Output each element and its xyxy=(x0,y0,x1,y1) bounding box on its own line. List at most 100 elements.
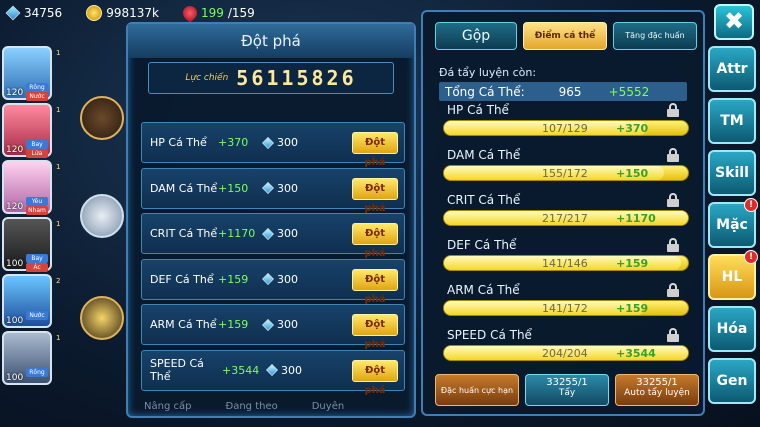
lock-icon[interactable] xyxy=(667,193,679,207)
progress-bar: 141/172 +159 xyxy=(443,300,689,316)
breakthrough-panel: Đột phá Lực chiến 56115826 HP Cá Thể +37… xyxy=(126,22,416,418)
gold-count: 998137k xyxy=(106,6,159,20)
tab-individual-points[interactable]: Điểm cá thể xyxy=(523,22,607,50)
diamond-icon xyxy=(262,182,274,194)
cost: 300 xyxy=(262,318,298,331)
progress-bonus: +1170 xyxy=(616,212,656,225)
diamond-icon xyxy=(262,136,274,149)
stat-name: CRIT Cá Thể xyxy=(150,227,218,240)
pet-element-tag: Ác xyxy=(26,263,48,272)
progress-bonus: +150 xyxy=(616,167,649,180)
lock-icon[interactable] xyxy=(667,283,679,297)
gold-resource: 998137k xyxy=(86,5,159,21)
breakthrough-button[interactable]: Đột phá xyxy=(352,177,398,214)
menu-hl[interactable]: HL! xyxy=(708,250,758,300)
panel-title: Đột phá xyxy=(128,24,414,58)
side-feature-icon[interactable] xyxy=(80,96,124,140)
menu-tm[interactable]: TM xyxy=(708,98,756,144)
pet-slot[interactable]: Nước 100 2 xyxy=(2,274,60,328)
progress-text: 204/204 xyxy=(542,347,588,360)
auto-wash-button[interactable]: 33255/1 Auto tẩy luyện xyxy=(615,374,699,406)
pet-rank: 2 xyxy=(56,277,61,285)
pet-slot[interactable]: Rồng Nước 120 1 xyxy=(2,46,60,101)
training-panel: Gộp Điểm cá thể Tăng đặc huấn Đá tẩy luy… xyxy=(421,10,705,416)
stat-name: SPEED Cá Thể xyxy=(150,357,204,383)
tab-following[interactable]: Đang theo xyxy=(225,401,277,412)
total-row: Tổng Cá Thể: 965 +5552 xyxy=(439,82,687,101)
close-button[interactable]: ✖ xyxy=(714,4,754,40)
breakthrough-button[interactable]: Đột phá xyxy=(352,268,398,305)
total-label: Tổng Cá Thể: xyxy=(445,84,525,99)
side-element-icon[interactable] xyxy=(80,296,124,340)
pet-slot[interactable]: Rồng 100 1 xyxy=(2,331,60,385)
lock-icon[interactable] xyxy=(667,238,679,252)
cost-value: 300 xyxy=(277,318,298,331)
stat-list: HP Cá Thể 107/129 +370 DAM Cá Thể 155/172… xyxy=(443,101,703,371)
wash-button[interactable]: 33255/1 Tẩy xyxy=(525,374,609,406)
pet-slot[interactable]: Bay Ác 100 1 xyxy=(2,217,60,272)
lock-icon[interactable] xyxy=(667,148,679,162)
remaining-stones-label: Đá tẩy luyện còn: xyxy=(439,66,537,79)
diamond-icon xyxy=(266,364,278,376)
progress-text: 107/129 xyxy=(542,122,588,135)
tab-fate[interactable]: Duyên xyxy=(312,401,344,412)
pet-element-tag: Nham xyxy=(26,206,48,215)
breakthrough-button[interactable]: Đột phá xyxy=(352,132,398,168)
side-menu: ✖ Attr TM Skill Mặc! HL! Hóa Gen xyxy=(708,4,760,404)
menu-hoa[interactable]: Hóa xyxy=(708,306,756,352)
stat-name: DAM Cá Thể xyxy=(150,181,218,195)
menu-gen[interactable]: Gen xyxy=(708,358,756,404)
breakthrough-row: DAM Cá Thể +150 300 Đột phá xyxy=(141,167,405,214)
gems-resource: 34756 xyxy=(5,5,62,21)
progress-text: 141/146 xyxy=(542,257,588,270)
total-value: 965 xyxy=(558,84,582,99)
pet-element-tag: Nước xyxy=(26,311,48,320)
cost-value: 300 xyxy=(281,363,302,377)
tab-special-training[interactable]: Tăng đặc huấn xyxy=(613,22,697,50)
pet-slot[interactable]: Yêu Nham 120 1 xyxy=(2,160,60,215)
pet-rank: 1 xyxy=(56,334,61,342)
cost: 300 xyxy=(266,364,302,377)
stat-row: DAM Cá Thể 155/172 +150 xyxy=(443,146,689,191)
progress-bar: 141/146 +159 xyxy=(443,255,689,271)
menu-mac[interactable]: Mặc! xyxy=(708,198,758,248)
cost-value: 300 xyxy=(277,181,298,195)
breakthrough-button[interactable]: Đột phá xyxy=(352,223,398,259)
stat-name: HP Cá Thể xyxy=(447,103,509,117)
pet-level: 120 xyxy=(6,88,24,98)
alert-badge-icon: ! xyxy=(744,250,758,264)
stat-row: CRIT Cá Thể 217/217 +1170 xyxy=(443,191,689,236)
alert-badge-icon: ! xyxy=(744,198,758,212)
progress-bonus: +159 xyxy=(616,302,649,315)
breakthrough-row: HP Cá Thể +370 300 Đột phá xyxy=(141,122,405,168)
combat-power: Lực chiến 56115826 xyxy=(148,62,394,94)
menu-skill[interactable]: Skill xyxy=(708,150,756,196)
stat-name: DAM Cá Thể xyxy=(447,148,521,162)
tab-upgrade[interactable]: Nâng cấp xyxy=(144,401,191,412)
side-lock-icon[interactable] xyxy=(80,194,124,238)
pet-slot[interactable]: Bay Lửa 120 1 xyxy=(2,103,60,158)
special-training-button[interactable]: Đặc huấn cực hạn xyxy=(435,374,519,406)
lock-icon[interactable] xyxy=(667,103,679,117)
cost: 300 xyxy=(262,136,298,149)
breakthrough-button[interactable]: Đột phá xyxy=(352,314,398,350)
energy-icon xyxy=(180,3,200,23)
stat-name: ARM Cá Thể xyxy=(447,283,520,297)
pet-level: 120 xyxy=(6,145,24,155)
breakthrough-button[interactable]: Đột phá xyxy=(352,359,398,396)
menu-hl-label: HL xyxy=(721,269,743,285)
wash-label: Tẩy xyxy=(558,388,576,398)
pet-element-tag: Lửa xyxy=(26,149,48,158)
lock-icon[interactable] xyxy=(667,328,679,342)
pet-element-tag: Bay xyxy=(26,254,48,263)
pet-level: 120 xyxy=(6,202,24,212)
pet-level: 100 xyxy=(6,316,24,326)
tab-merge[interactable]: Gộp xyxy=(435,22,517,50)
total-bonus: +5552 xyxy=(608,84,650,99)
progress-bar: 204/204 +3544 xyxy=(443,345,689,361)
stat-row: ARM Cá Thể 141/172 +159 xyxy=(443,281,689,326)
gem-icon xyxy=(5,5,21,21)
wash-count: 33255/1 xyxy=(546,377,588,388)
progress-bar: 107/129 +370 xyxy=(443,120,689,136)
menu-attr[interactable]: Attr xyxy=(708,46,756,92)
